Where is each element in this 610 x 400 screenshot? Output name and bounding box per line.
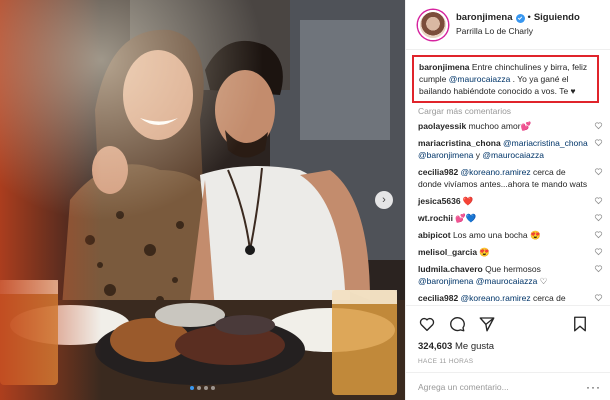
add-comment-input[interactable]: [418, 381, 586, 392]
comment-item: ludmila.chavero Que hermosos @baronjimen…: [418, 263, 603, 287]
comment-username[interactable]: abipicot: [418, 230, 451, 240]
comment-item: cecilia982 @koreano.ramirez cerca de don…: [418, 292, 603, 305]
post-header: baronjimena • Siguiendo Parrilla Lo de C…: [406, 0, 610, 50]
comment-username[interactable]: ludmila.chavero: [418, 264, 483, 274]
likes-count[interactable]: 324,603 Me gusta: [418, 341, 601, 352]
carousel-dot: [211, 386, 215, 390]
post-photo-illustration: [0, 0, 405, 400]
comment-text: ♡: [537, 276, 548, 286]
more-options-icon[interactable]: ···: [586, 380, 601, 394]
post-timestamp: HACE 11 HORAS: [418, 358, 474, 365]
comment-mention[interactable]: @baronjimena: [418, 276, 473, 286]
carousel-dot: [197, 386, 201, 390]
comment-like-heart-icon[interactable]: [594, 196, 603, 205]
comment-mention[interactable]: @koreano.ramirez: [458, 167, 531, 177]
comment-mention[interactable]: @maurocaiazza: [482, 150, 544, 160]
comment-like-heart-icon[interactable]: [594, 213, 603, 222]
comment-item: melisol_garcia 😍: [418, 246, 603, 258]
comment-username[interactable]: jesica5636: [418, 196, 461, 206]
comment-like-heart-icon[interactable]: [594, 138, 603, 147]
comment-item: mariacristina_chona @mariacristina_chona…: [418, 137, 603, 161]
comments-list[interactable]: baronjimena Entre chinchulines y birra, …: [406, 53, 610, 305]
comment-username[interactable]: paolayessik: [418, 121, 466, 131]
share-icon[interactable]: [478, 315, 496, 333]
post-caption: baronjimena Entre chinchulines y birra, …: [412, 55, 599, 103]
separator: •: [527, 12, 531, 24]
comment-item: cecilia982 @koreano.ramirez cerca de don…: [418, 166, 603, 190]
header-username[interactable]: baronjimena: [456, 12, 513, 24]
comment-text: Que hermosos: [482, 264, 541, 274]
verified-badge-icon: [515, 13, 525, 23]
comment-item: abipicot Los amo una bocha 😍: [418, 229, 603, 241]
avatar[interactable]: [418, 9, 448, 40]
comment-text: 💕💙: [452, 213, 477, 223]
comment-username[interactable]: mariacristina_chona: [418, 138, 501, 148]
comment-mention[interactable]: @baronjimena: [418, 150, 473, 160]
comment-text: ❤️: [460, 196, 474, 206]
carousel-dot: [190, 386, 194, 390]
comment-like-heart-icon[interactable]: [594, 121, 603, 130]
comment-like-heart-icon[interactable]: [594, 247, 603, 256]
comment-username[interactable]: melisol_garcia: [418, 247, 477, 257]
post-actions: 324,603 Me gusta HACE 11 HORAS: [406, 305, 610, 365]
comment-like-heart-icon[interactable]: [594, 167, 603, 176]
comment-mention[interactable]: @mariacristina_chona: [501, 138, 588, 148]
comment-text: Los amo una bocha 😍: [450, 230, 541, 240]
comment-mention[interactable]: @koreano.ramirez: [458, 293, 531, 303]
next-photo-button[interactable]: ›: [375, 191, 393, 209]
comment-text: muchoo amor💕: [466, 121, 532, 131]
caption-mention[interactable]: @maurocaiazza: [449, 74, 511, 84]
comment-item: jesica5636 ❤️: [418, 195, 603, 207]
comment-username[interactable]: cecilia982: [418, 293, 458, 303]
likes-number: 324,603: [418, 341, 453, 352]
carousel-dot: [204, 386, 208, 390]
caption-username[interactable]: baronjimena: [419, 62, 470, 72]
carousel-dots: [0, 386, 405, 390]
comment-username[interactable]: wt.rochii: [418, 213, 453, 223]
load-more-comments-button[interactable]: Cargar más comentarios: [418, 106, 603, 116]
comment-like-heart-icon[interactable]: [594, 293, 603, 302]
comment-item: paolayessik muchoo amor💕: [418, 120, 603, 132]
comment-bubble-icon[interactable]: [448, 315, 466, 333]
likes-label: Me gusta: [454, 341, 495, 352]
like-heart-icon[interactable]: [418, 315, 436, 333]
following-button[interactable]: Siguiendo: [534, 12, 580, 24]
comment-username[interactable]: cecilia982: [418, 167, 458, 177]
save-bookmark-icon[interactable]: [571, 315, 589, 333]
post-photo[interactable]: ›: [0, 0, 405, 400]
comment-like-heart-icon[interactable]: [594, 230, 603, 239]
post-side-panel: baronjimena • Siguiendo Parrilla Lo de C…: [405, 0, 610, 400]
comment-mention[interactable]: @maurocaiazza: [476, 276, 538, 286]
chevron-right-icon: ›: [382, 194, 386, 206]
add-comment-bar: ···: [406, 372, 610, 400]
comment-item: wt.rochii 💕💙: [418, 212, 603, 224]
location-link[interactable]: Parrilla Lo de Charly: [456, 26, 580, 37]
comment-text: 😍: [477, 247, 491, 257]
comment-like-heart-icon[interactable]: [594, 264, 603, 273]
